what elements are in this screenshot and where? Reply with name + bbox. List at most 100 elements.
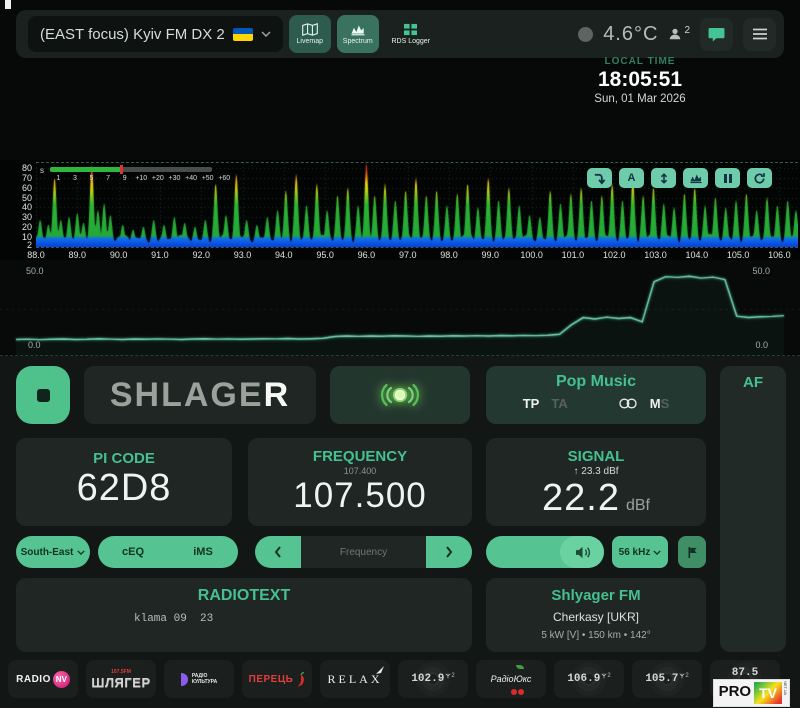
preset-radio-relax[interactable]: RELAX [320, 660, 390, 698]
server-title: (EAST focus) Kyiv FM DX 2 [40, 26, 225, 43]
local-clock: LOCAL TIME 18:05:51 Sun, 01 Mar 2026 [565, 56, 715, 105]
preset-perets-fm[interactable]: ПЕРЕЦЬ [242, 660, 312, 698]
preset-radio-nv[interactable]: RADIO NV [8, 660, 78, 698]
slider-tick: 1 [50, 175, 67, 182]
slider-track[interactable] [50, 167, 212, 172]
perets-label: ПЕРЕЦЬ [249, 674, 294, 685]
slider-tick: +20 [150, 175, 167, 182]
rds-logger-button[interactable]: RDS Logger [385, 15, 437, 53]
sgraph-min-right: 0.0 [755, 340, 768, 350]
slider-unit-label: s [40, 166, 44, 175]
auto-mode-button[interactable]: A [619, 168, 644, 188]
vertical-scale-button[interactable] [651, 168, 676, 188]
frequency-header: FREQUENCY [248, 448, 472, 465]
tx-count-badge: 2 [445, 673, 454, 679]
spectrum-x-tick: 92.0 [192, 250, 210, 260]
hamburger-icon [752, 28, 768, 40]
pause-icon [723, 173, 733, 184]
spectrum-chart-icon [349, 23, 367, 36]
report-flag-button[interactable] [678, 536, 706, 568]
server-select[interactable]: (EAST focus) Kyiv FM DX 2 [28, 16, 283, 52]
station-preset-row: RADIO NV 107.5FM ШЛЯГЕР РАДІОКУЛЬТУРА ПЕ… [8, 660, 794, 698]
sgraph-max-left: 50.0 [26, 266, 44, 276]
spectrum-x-tick: 102.0 [603, 250, 626, 260]
chat-icon [708, 27, 725, 42]
spectrum-x-tick: 94.0 [275, 250, 293, 260]
ims-button[interactable]: iMS [168, 546, 238, 558]
spectrum-x-tick: 105.0 [727, 250, 750, 260]
slider-fill [50, 167, 122, 172]
ps-panel: SHLAGER [84, 366, 316, 424]
spectrum-x-tick: 95.0 [316, 250, 334, 260]
mute-button[interactable] [560, 536, 604, 568]
pty-label: Pop Music [486, 373, 706, 391]
radiotext-header: RADIOTEXT [16, 587, 472, 605]
frequency-down-button[interactable] [255, 536, 301, 568]
spectrum-x-tick: 100.0 [520, 250, 543, 260]
bandwidth-label: 56 kHz [619, 547, 651, 558]
slider-knob[interactable] [120, 165, 123, 174]
yuks-label: РадіоЮкс [491, 674, 532, 684]
ta-flag: TA [551, 396, 567, 411]
spectrum-x-tick: 89.0 [69, 250, 87, 260]
chat-button[interactable] [700, 18, 733, 51]
graph-style-button[interactable] [683, 168, 708, 188]
slider-tick: 7 [100, 175, 117, 182]
frequency-up-button[interactable] [426, 536, 472, 568]
frequency-input-wrap [301, 536, 426, 568]
ms-flag: MS [650, 396, 670, 411]
station-name: Shlyager FM [486, 587, 706, 604]
autoscale-button[interactable] [587, 168, 612, 188]
area-chart-icon [689, 172, 703, 184]
refresh-button[interactable] [747, 168, 772, 188]
spectrum-x-tick: 96.0 [358, 250, 376, 260]
spectrum-y-tick: 30 [2, 212, 32, 222]
antenna-select[interactable]: South-East [16, 536, 90, 568]
chevron-down-icon [653, 550, 661, 555]
spectrum-x-tick: 99.0 [482, 250, 500, 260]
stereo-indicator-panel[interactable] [330, 366, 470, 424]
station-details: 5 kW [V] • 150 km • 142° [486, 630, 706, 641]
speaker-icon [574, 546, 591, 559]
spectrum-button[interactable]: Spectrum [337, 15, 379, 53]
livemap-button[interactable]: Livemap [289, 15, 331, 53]
preset-shlyager[interactable]: 107.5FM ШЛЯГЕР [86, 660, 156, 698]
audio-play-button[interactable] [16, 366, 70, 424]
pause-button[interactable] [715, 168, 740, 188]
ps-display: SHLAGER [110, 376, 290, 415]
chevron-right-icon [445, 546, 453, 558]
sgraph-max-right: 50.0 [752, 266, 770, 276]
spectrum-x-tick: 93.0 [234, 250, 252, 260]
temperature: 4.6°C [603, 23, 658, 46]
preset-radio-yuks[interactable]: РадіоЮкс [476, 660, 546, 698]
refresh-icon [753, 172, 766, 185]
broadcast-icon [378, 383, 422, 407]
pi-code-header: PI CODE [16, 450, 232, 467]
signal-peak: ↑ 23.3 dBf [486, 466, 706, 477]
frequency-input[interactable] [301, 547, 426, 558]
bandwidth-select[interactable]: 56 kHz [612, 536, 668, 568]
slider-tick: 3 [67, 175, 84, 182]
menu-button[interactable] [743, 18, 776, 51]
sgraph-min-left: 0.0 [28, 340, 41, 350]
relax-arrow-icon [376, 666, 384, 674]
radio-nv-label: RADIO [16, 674, 51, 685]
moon-phase-icon [578, 27, 593, 42]
pi-code-panel: PI CODE 62D8 [16, 438, 232, 526]
signal-history-graph: 50.0 50.0 0.0 0.0 [0, 261, 800, 356]
preset-102-9[interactable]: 102.9 2 [398, 660, 468, 698]
protv-watermark: PRO TV NET.UA [713, 679, 790, 707]
preset-106-9[interactable]: 106.9 2 [554, 660, 624, 698]
volume-slider[interactable] [486, 536, 604, 568]
clock-date: Sun, 01 Mar 2026 [565, 93, 715, 105]
ceq-button[interactable]: cEQ [98, 546, 168, 558]
signal-value: 22.2 [542, 477, 620, 520]
slider-tick: +50 [199, 175, 216, 182]
spectrum-y-tick: 50 [2, 193, 32, 203]
af-header: AF [720, 374, 786, 391]
spectrum-x-tick: 106.0 [768, 250, 791, 260]
frequency-panel: FREQUENCY 107.400 107.500 [248, 438, 472, 526]
signal-panel: SIGNAL ↑ 23.3 dBf 22.2 dBf [486, 438, 706, 526]
preset-105-7[interactable]: 105.7 2 [632, 660, 702, 698]
preset-radio-kultura[interactable]: РАДІОКУЛЬТУРА [164, 660, 234, 698]
